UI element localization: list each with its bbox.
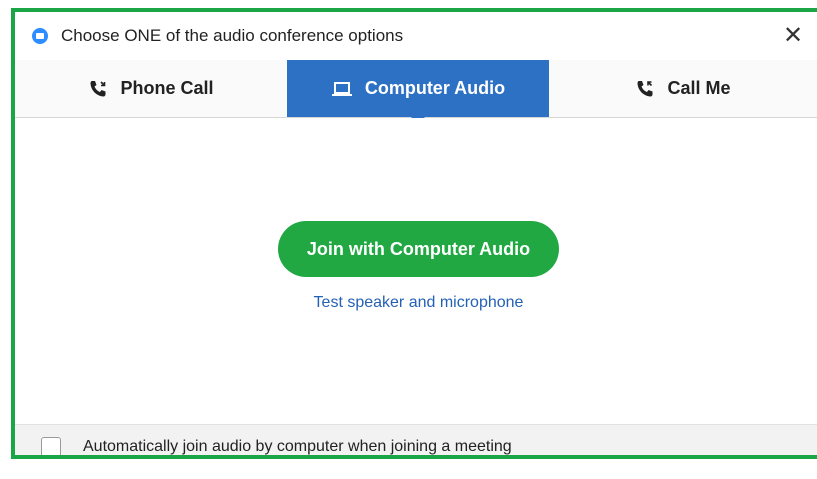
phone-callback-icon [635, 79, 655, 99]
close-button[interactable]: ✕ [779, 22, 807, 50]
phone-icon [88, 79, 108, 99]
auto-join-label[interactable]: Automatically join audio by computer whe… [83, 438, 512, 455]
audio-options-dialog: Choose ONE of the audio conference optio… [11, 8, 817, 459]
tab-label: Call Me [667, 78, 731, 98]
tab-label: Computer Audio [364, 78, 506, 98]
zoom-icon [32, 28, 48, 44]
tab-call-me[interactable]: Call Me [549, 60, 817, 117]
audio-tabs: Phone Call Computer Audio Call Me [15, 60, 817, 124]
laptop-icon [331, 80, 353, 98]
tab-label: Phone Call [120, 78, 214, 98]
tab-phone-call[interactable]: Phone Call [15, 60, 287, 117]
window-title: Choose ONE of the audio conference optio… [61, 26, 404, 45]
computer-audio-panel: Join with Computer Audio Test speaker an… [15, 118, 817, 424]
tab-computer-audio[interactable]: Computer Audio [287, 60, 549, 124]
auto-join-checkbox[interactable] [41, 437, 61, 455]
title-bar: Choose ONE of the audio conference optio… [15, 12, 817, 60]
test-speaker-microphone-link[interactable]: Test speaker and microphone [278, 294, 559, 312]
join-computer-audio-button[interactable]: Join with Computer Audio [278, 221, 559, 277]
dialog-footer: Automatically join audio by computer whe… [15, 424, 817, 455]
